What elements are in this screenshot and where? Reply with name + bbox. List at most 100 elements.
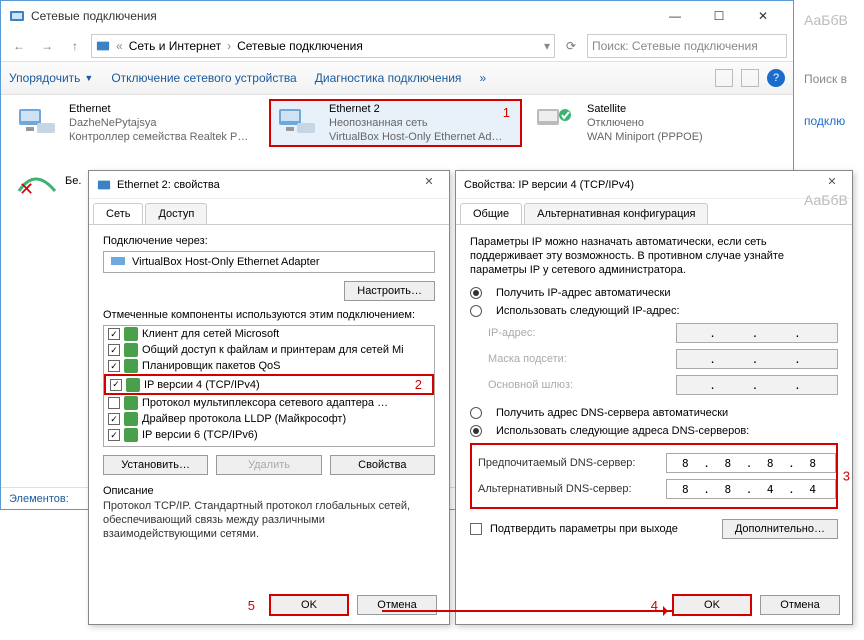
connection-name: Ethernet	[69, 102, 248, 116]
radio-ip-auto[interactable]: Получить IP-адрес автоматически	[470, 287, 838, 299]
cancel-button[interactable]: Отмена	[357, 595, 437, 615]
checkbox[interactable]	[108, 328, 120, 340]
connection-ethernet[interactable]: EthernetDazheNePytajsyaКонтроллер семейс…	[11, 99, 264, 147]
view-button-1[interactable]	[715, 69, 733, 87]
minimize-button[interactable]: —	[653, 1, 697, 31]
refresh-button[interactable]: ⟳	[559, 34, 583, 58]
tab-alt-config[interactable]: Альтернативная конфигурация	[524, 203, 708, 224]
proto-icon	[124, 396, 138, 410]
dns-alt-label: Альтернативный DNS-сервер:	[478, 483, 658, 495]
intro-text: Параметры IP можно назначать автоматичес…	[470, 235, 838, 277]
list-item[interactable]: IP версии 6 (TCP/IPv6)	[104, 427, 434, 443]
more-button[interactable]: »	[479, 71, 486, 85]
organize-menu[interactable]: Упорядочить▼	[9, 71, 93, 85]
radio-button[interactable]	[470, 407, 482, 419]
install-button[interactable]: Установить…	[103, 455, 208, 475]
advanced-button[interactable]: Дополнительно…	[722, 519, 838, 539]
connection-satellite[interactable]: SatelliteОтключеноWAN Miniport (PPPOE)	[529, 99, 782, 147]
marker-5: 5	[248, 598, 255, 613]
nic-icon	[533, 103, 581, 143]
ok-button[interactable]: OK	[269, 594, 349, 616]
connection-ethernet2[interactable]: Ethernet 2Неопознанная сетьVirtualBox Ho…	[269, 99, 522, 147]
connection-name: Бе...	[65, 174, 82, 188]
breadcrumb[interactable]: « Сеть и Интернет › Сетевые подключения …	[91, 34, 555, 58]
dns-alt-input[interactable]: 8 . 8 . 4 . 4	[666, 479, 836, 499]
close-button[interactable]: ✕	[741, 1, 785, 31]
list-item-ipv4[interactable]: IP версии 4 (TCP/IPv4)2	[104, 374, 434, 395]
ip-address-input: . . .	[676, 323, 838, 343]
ipv4-properties-dialog: Свойства: IP версии 4 (TCP/IPv4) ✕ Общие…	[455, 170, 853, 625]
ok-button[interactable]: OK	[672, 594, 752, 616]
cancel-button[interactable]: Отмена	[760, 595, 840, 615]
gateway-input: . . .	[676, 375, 838, 395]
radio-dns-manual[interactable]: Использовать следующие адреса DNS-сервер…	[470, 425, 838, 437]
search-placeholder: Поиск: Сетевые подключения	[592, 39, 758, 53]
crumb-2[interactable]: Сетевые подключения	[237, 39, 363, 53]
proto-icon	[124, 359, 138, 373]
list-item[interactable]: Протокол мультиплексора сетевого адаптер…	[104, 395, 434, 411]
list-item[interactable]: Драйвер протокола LLDP (Майкрософт)	[104, 411, 434, 427]
checkbox[interactable]	[110, 379, 122, 391]
proto-icon	[124, 327, 138, 341]
view-button-2[interactable]	[741, 69, 759, 87]
components-list[interactable]: Клиент для сетей Microsoft Общий доступ …	[103, 325, 435, 447]
checkbox[interactable]	[108, 413, 120, 425]
tab-general[interactable]: Общие	[460, 203, 522, 224]
radio-ip-manual[interactable]: Использовать следующий IP-адрес:	[470, 305, 838, 317]
titlebar: Сетевые подключения — ☐ ✕	[1, 1, 793, 31]
search-input[interactable]: Поиск: Сетевые подключения	[587, 34, 787, 58]
connect-via-label: Подключение через:	[103, 235, 435, 247]
dns-preferred-input[interactable]: 8 . 8 . 8 . 8	[666, 453, 836, 473]
tab-access[interactable]: Доступ	[145, 203, 207, 224]
crumb-1[interactable]: Сеть и Интернет	[129, 39, 221, 53]
dialog-close-button[interactable]: ✕	[417, 175, 441, 195]
subnet-mask-label: Маска подсети:	[488, 353, 668, 365]
gateway-label: Основной шлюз:	[488, 379, 668, 391]
proto-icon	[124, 412, 138, 426]
adapter-field: VirtualBox Host-Only Ethernet Adapter	[103, 251, 435, 273]
radio-button[interactable]	[470, 287, 482, 299]
list-item[interactable]: Общий доступ к файлам и принтерам для се…	[104, 342, 434, 358]
nav-back-button[interactable]: ←	[7, 34, 31, 58]
ip-address-label: IP-адрес:	[488, 327, 668, 339]
address-bar: ← → ↑ « Сеть и Интернет › Сетевые подклю…	[1, 31, 793, 61]
checkbox[interactable]	[108, 429, 120, 441]
diagnose-button[interactable]: Диагностика подключения	[315, 71, 462, 85]
svg-text:✕: ✕	[19, 179, 34, 199]
help-icon[interactable]: ?	[767, 69, 785, 87]
checkbox[interactable]	[108, 360, 120, 372]
components-label: Отмеченные компоненты используются этим …	[103, 309, 435, 321]
properties-button[interactable]: Свойства	[330, 455, 435, 475]
marker-1: 1	[503, 105, 510, 120]
list-item[interactable]: Планировщик пакетов QoS	[104, 358, 434, 374]
nav-forward-button[interactable]: →	[35, 34, 59, 58]
marker-2: 2	[415, 377, 428, 392]
radio-button[interactable]	[470, 425, 482, 437]
nav-up-button[interactable]: ↑	[63, 34, 87, 58]
remove-button: Удалить	[216, 455, 321, 475]
maximize-button[interactable]: ☐	[697, 1, 741, 31]
dialog-icon	[97, 178, 111, 192]
list-item[interactable]: Клиент для сетей Microsoft	[104, 326, 434, 342]
checkbox[interactable]	[108, 397, 120, 409]
tab-network[interactable]: Сеть	[93, 203, 143, 224]
proto-icon	[126, 378, 140, 392]
subnet-mask-input: . . .	[676, 349, 838, 369]
description-text: Протокол TCP/IP. Стандартный протокол гл…	[103, 499, 435, 541]
connection-name: Ethernet 2	[329, 102, 502, 116]
network-icon	[96, 39, 110, 53]
radio-dns-auto[interactable]: Получить адрес DNS-сервера автоматически	[470, 407, 838, 419]
marker-3: 3	[843, 469, 850, 484]
description-title: Описание	[103, 485, 435, 497]
configure-button[interactable]: Настроить…	[344, 281, 435, 301]
toolbar: Упорядочить▼ Отключение сетевого устройс…	[1, 61, 793, 95]
annotation-arrow	[382, 610, 672, 612]
validate-checkbox[interactable]	[470, 523, 482, 535]
disable-device-button[interactable]: Отключение сетевого устройства	[111, 71, 296, 85]
connection-wireless[interactable]: ✕ Бе...	[11, 157, 86, 205]
radio-button[interactable]	[470, 305, 482, 317]
window-title: Сетевые подключения	[31, 9, 653, 23]
validate-label: Подтвердить параметры при выходе	[490, 523, 678, 535]
proto-icon	[124, 343, 138, 357]
checkbox[interactable]	[108, 344, 120, 356]
